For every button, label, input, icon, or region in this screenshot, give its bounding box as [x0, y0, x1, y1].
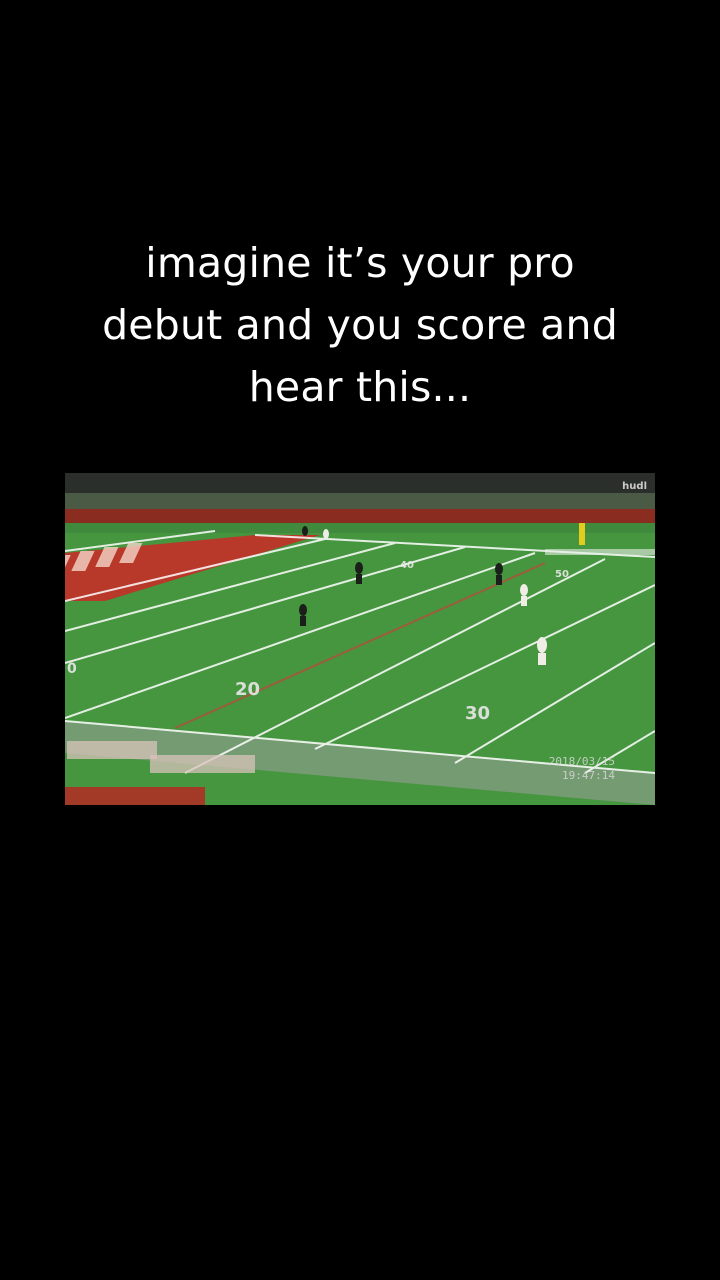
video-timestamp: 2018/03/15 19:47:14	[549, 755, 615, 783]
yard-number: 30	[465, 703, 490, 724]
hudl-watermark: hudl	[622, 481, 647, 492]
yard-number: 40	[400, 560, 414, 571]
yard-number: 20	[235, 679, 260, 700]
timestamp-date: 2018/03/15	[548, 755, 615, 768]
yard-number: 50	[555, 569, 569, 580]
caption-text: imagine it’s your pro debut and you scor…	[60, 232, 660, 418]
caption-line-3: hear this...	[248, 363, 472, 411]
caption-line-1: imagine it’s your pro	[145, 239, 575, 287]
video-player[interactable]: 0 20 30 40 50 hudl 2018/03/15 19:47:14	[65, 473, 655, 805]
caption-line-2: debut and you score and	[102, 301, 618, 349]
timestamp-time: 19:47:14	[562, 769, 615, 782]
screen: imagine it’s your pro debut and you scor…	[0, 0, 720, 1280]
yard-number: 0	[67, 661, 77, 677]
